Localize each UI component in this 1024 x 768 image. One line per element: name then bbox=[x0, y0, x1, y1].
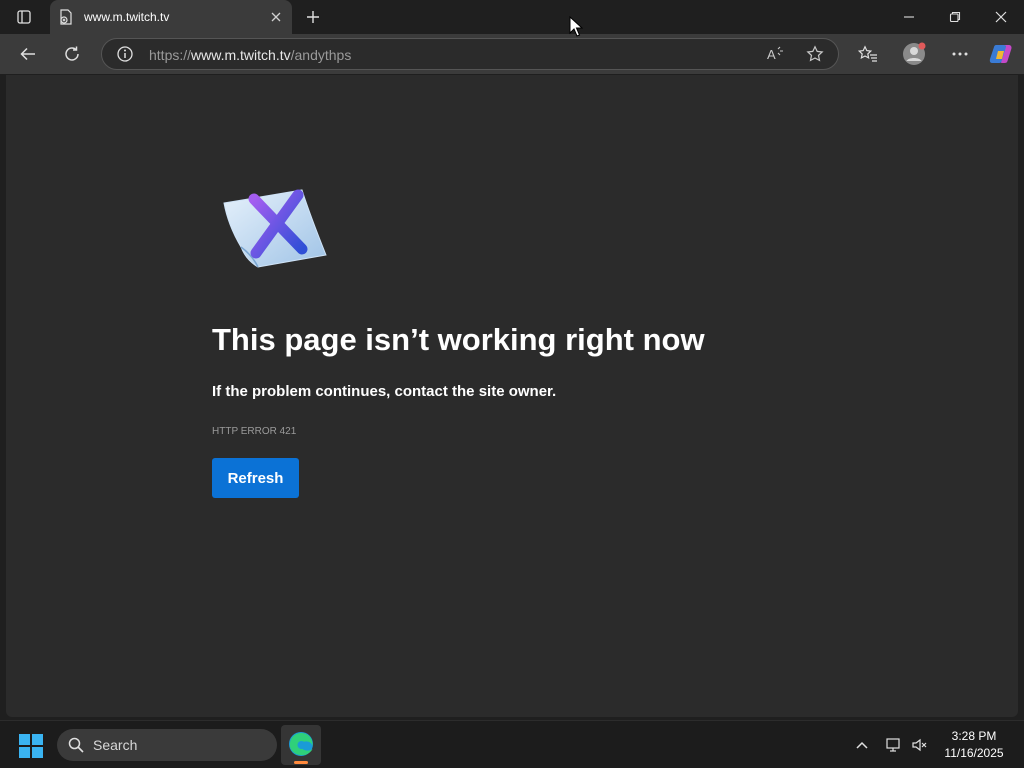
favorites-icon[interactable] bbox=[853, 40, 883, 68]
search-icon bbox=[68, 737, 84, 758]
url-text[interactable]: https://www.m.twitch.tv/andythps bbox=[149, 47, 351, 63]
site-info-icon[interactable] bbox=[116, 45, 134, 68]
browser-toolbar: https://www.m.twitch.tv/andythps A bbox=[0, 34, 1024, 74]
volume-muted-icon[interactable] bbox=[910, 735, 930, 755]
show-hidden-icons-chevron-icon[interactable] bbox=[852, 735, 872, 755]
new-tab-icon[interactable] bbox=[302, 6, 324, 28]
taskbar-search[interactable]: Search bbox=[57, 729, 277, 761]
browser-tab-active[interactable]: www.m.twitch.tv bbox=[50, 0, 292, 34]
read-aloud-icon[interactable]: A bbox=[766, 45, 786, 68]
url-host: www.m.twitch.tv bbox=[191, 47, 291, 63]
error-headline: This page isn’t working right now bbox=[212, 322, 705, 357]
favorite-star-icon[interactable] bbox=[806, 45, 824, 68]
url-scheme: https:// bbox=[149, 47, 192, 63]
clock-time[interactable]: 3:28 PM bbox=[938, 729, 1010, 743]
edge-taskbar-icon[interactable] bbox=[281, 725, 321, 765]
profile-avatar-icon[interactable] bbox=[899, 40, 929, 68]
close-window-icon[interactable] bbox=[978, 0, 1024, 34]
active-app-indicator bbox=[294, 761, 308, 764]
refresh-button[interactable]: Refresh bbox=[212, 458, 299, 498]
address-bar[interactable]: https://www.m.twitch.tv/andythps A bbox=[101, 38, 839, 70]
minimize-icon[interactable] bbox=[886, 0, 932, 34]
windows-start-icon[interactable] bbox=[18, 733, 44, 759]
search-label: Search bbox=[93, 737, 138, 753]
broken-page-icon bbox=[216, 185, 332, 269]
tab-close-icon[interactable] bbox=[268, 9, 284, 25]
page-error-favicon-icon bbox=[58, 9, 74, 25]
taskbar: Search 3:28 PM 11/16/2025 bbox=[0, 720, 1024, 768]
tab-title: www.m.twitch.tv bbox=[84, 10, 170, 24]
clock-date[interactable]: 11/16/2025 bbox=[938, 746, 1010, 760]
error-subtext: If the problem continues, contact the si… bbox=[212, 383, 557, 400]
back-icon[interactable] bbox=[13, 40, 43, 68]
more-options-icon[interactable] bbox=[945, 40, 975, 68]
svg-text:A: A bbox=[767, 47, 776, 62]
title-bar: www.m.twitch.tv bbox=[0, 0, 1024, 34]
url-path: /andythps bbox=[290, 47, 352, 63]
restore-icon[interactable] bbox=[932, 0, 978, 34]
mouse-cursor-icon bbox=[569, 15, 584, 38]
error-code: HTTP ERROR 421 bbox=[212, 426, 297, 437]
network-icon[interactable] bbox=[884, 735, 904, 755]
copilot-icon[interactable] bbox=[986, 40, 1016, 68]
tab-actions-icon[interactable] bbox=[10, 6, 38, 28]
reload-icon[interactable] bbox=[57, 40, 87, 68]
